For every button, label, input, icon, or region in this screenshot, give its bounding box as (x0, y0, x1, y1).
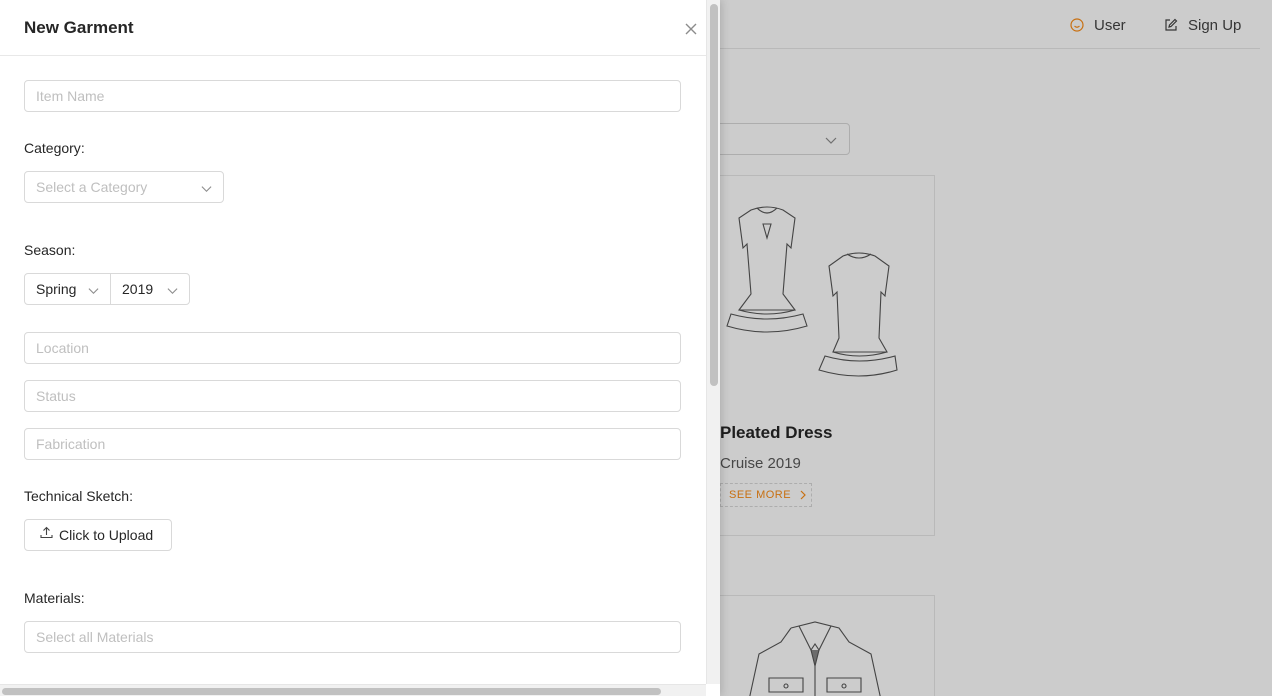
vertical-scrollbar-thumb[interactable] (710, 4, 718, 386)
year-value: 2019 (122, 281, 154, 297)
season-select[interactable]: Spring (24, 273, 111, 305)
fabrication-placeholder: Fabrication (36, 436, 106, 452)
technical-sketch-label-text: Technical Sketch (24, 488, 130, 504)
location-input[interactable]: Location (24, 332, 681, 364)
new-garment-drawer: New Garment Item Name Category: Select a… (0, 0, 720, 696)
close-icon[interactable] (682, 20, 700, 38)
status-input[interactable]: Status (24, 380, 681, 412)
drawer-header: New Garment (0, 0, 706, 56)
chevron-down-icon (201, 186, 212, 193)
category-label: Category: (24, 140, 85, 156)
upload-button[interactable]: Click to Upload (24, 519, 172, 551)
category-placeholder: Select a Category (36, 179, 148, 195)
vertical-scrollbar[interactable] (706, 0, 720, 684)
season-label: Season: (24, 242, 76, 258)
category-label-text: Category (24, 140, 81, 156)
materials-placeholder: Select all Materials (36, 629, 154, 645)
year-select[interactable]: 2019 (110, 273, 190, 305)
status-placeholder: Status (36, 388, 76, 404)
technical-sketch-label: Technical Sketch: (24, 488, 133, 504)
category-select[interactable]: Select a Category (24, 171, 224, 203)
season-label-text: Season (24, 242, 72, 258)
materials-select[interactable]: Select all Materials (24, 621, 681, 653)
upload-button-label: Click to Upload (59, 527, 154, 543)
drawer-title: New Garment (24, 18, 134, 37)
fabrication-input[interactable]: Fabrication (24, 428, 681, 460)
chevron-down-icon (167, 288, 178, 295)
materials-label: Materials: (24, 590, 85, 606)
season-value: Spring (36, 281, 77, 297)
item-name-input[interactable]: Item Name (24, 80, 681, 112)
horizontal-scrollbar-thumb[interactable] (2, 688, 661, 695)
chevron-down-icon (88, 288, 99, 295)
upload-icon (40, 526, 53, 538)
horizontal-scrollbar[interactable] (0, 684, 706, 696)
materials-label-text: Materials (24, 590, 81, 606)
item-name-placeholder: Item Name (36, 88, 105, 104)
location-placeholder: Location (36, 340, 89, 356)
